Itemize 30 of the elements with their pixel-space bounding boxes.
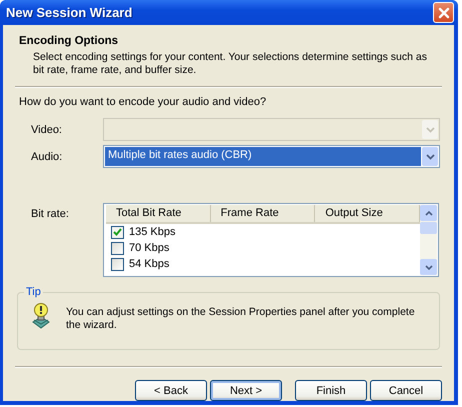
scrollbar[interactable] xyxy=(420,205,437,275)
tip-text: You can adjust settings on the Session Properties panel after you complete the wizard. xyxy=(66,306,416,332)
column-header[interactable]: Frame Rate xyxy=(210,205,316,222)
field-label: Audio: xyxy=(31,150,64,162)
column-header[interactable]: Total Bit Rate xyxy=(106,205,211,222)
wizard-button[interactable]: Next > xyxy=(210,380,282,401)
bit-rate-option[interactable]: 54 Kbps xyxy=(129,258,170,270)
wizard-button[interactable]: Finish xyxy=(295,380,367,401)
bit-rate-option[interactable]: 135 Kbps xyxy=(129,226,176,238)
field-label: Video: xyxy=(31,124,63,136)
checkbox[interactable] xyxy=(111,226,124,238)
close-icon xyxy=(438,6,450,18)
tip-title: Tip xyxy=(24,286,43,298)
scroll-up-icon[interactable] xyxy=(424,210,432,216)
scroll-down-icon[interactable] xyxy=(424,264,432,270)
question-text: How do you want to encode your audio and video? xyxy=(18,96,268,108)
page-description: Select encoding settings for your content. Your selections determine settings such as bit rate, frame rate, and buffer size. xyxy=(32,51,428,77)
wizard-button[interactable]: < Back xyxy=(135,380,207,401)
page-title: Encoding Options xyxy=(19,35,120,47)
wizard-button[interactable]: Cancel xyxy=(370,380,442,401)
checkbox[interactable] xyxy=(111,258,124,270)
lightbulb-icon xyxy=(30,302,52,330)
dropdown[interactable]: Multiple bit rates audio (CBR) xyxy=(103,145,440,168)
field-label: Bit rate: xyxy=(31,207,70,220)
checkbox[interactable] xyxy=(111,242,124,254)
scroll-thumb[interactable] xyxy=(420,222,437,234)
dropdown-value: Multiple bit rates audio (CBR) xyxy=(105,147,421,166)
window-title: New Session Wizard xyxy=(6,5,132,20)
close-button[interactable] xyxy=(433,2,454,23)
bit-rate-option[interactable]: 70 Kbps xyxy=(129,242,170,254)
